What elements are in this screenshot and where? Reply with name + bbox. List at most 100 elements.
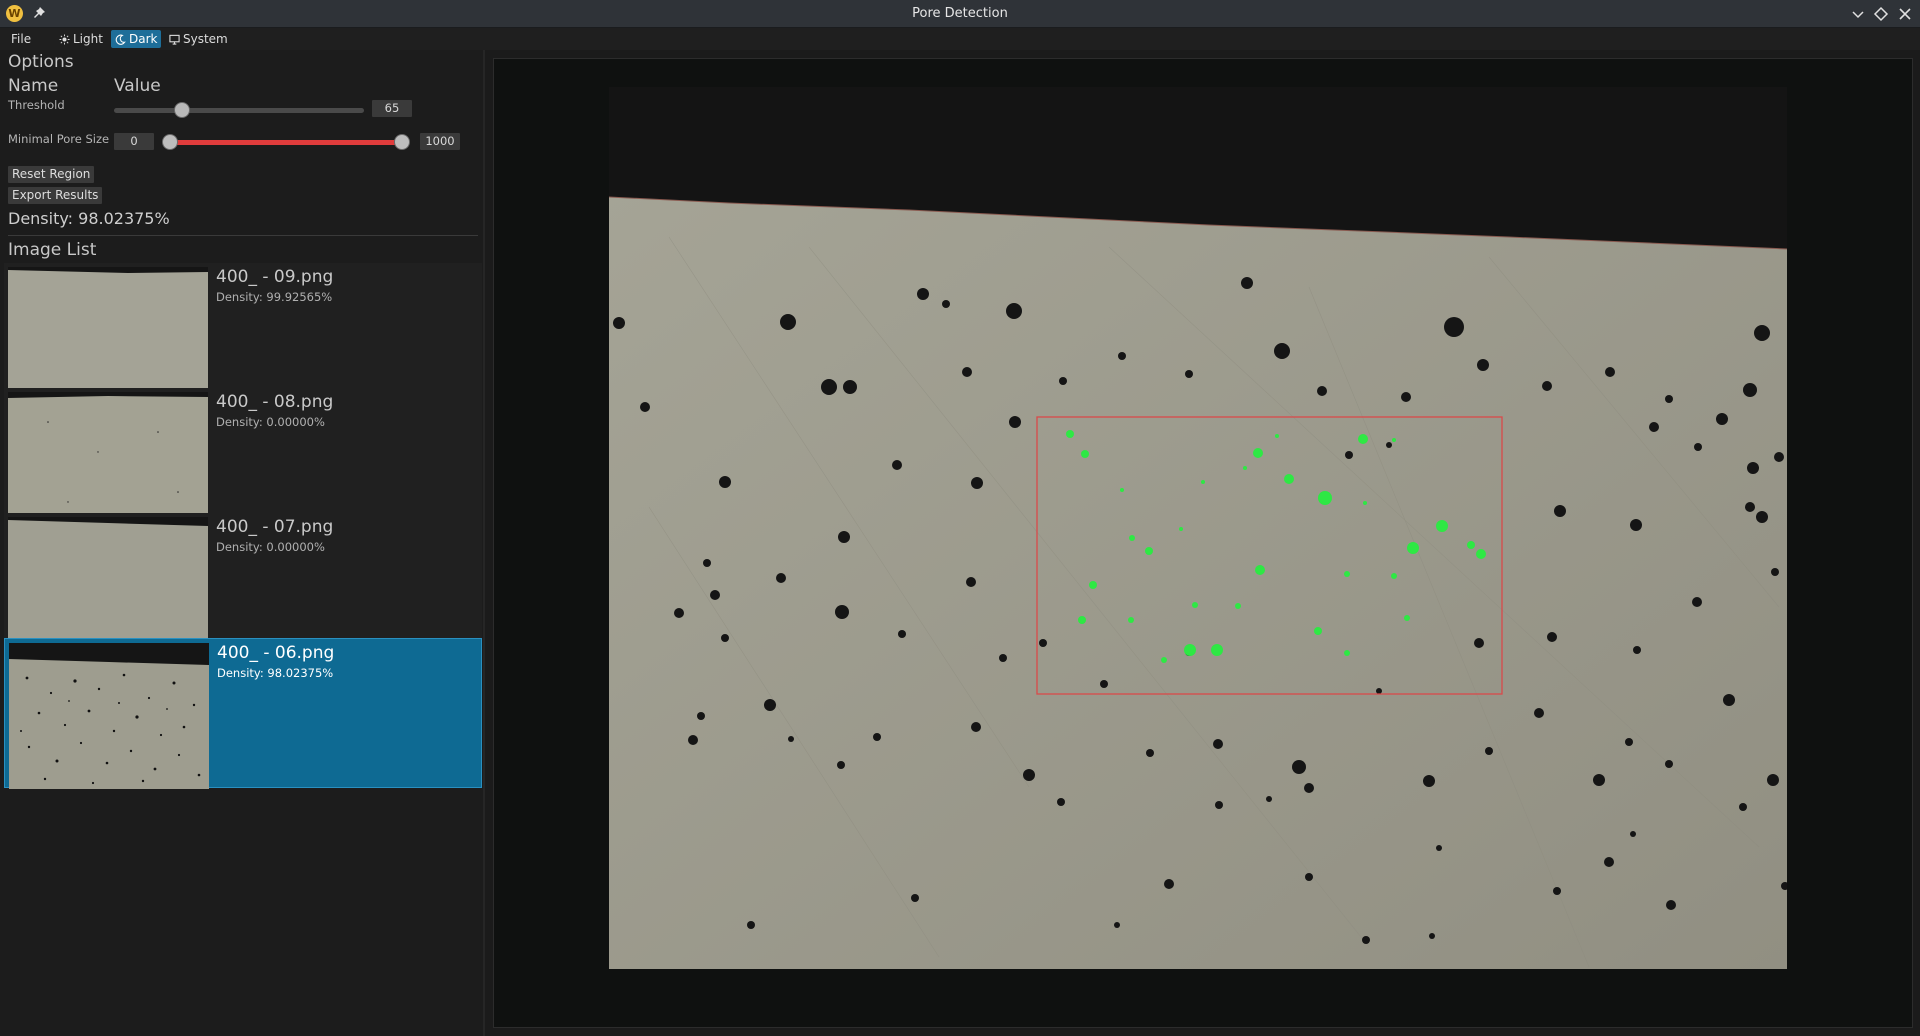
image-viewer[interactable] xyxy=(493,58,1913,1028)
detected-pore xyxy=(1344,650,1350,656)
chevron-down-icon[interactable] xyxy=(1849,5,1867,23)
pore xyxy=(674,608,684,618)
detected-pore xyxy=(1407,542,1419,554)
range-slider-track[interactable] xyxy=(170,140,402,145)
pore xyxy=(1114,922,1120,928)
pore xyxy=(1345,451,1353,459)
pore xyxy=(821,379,837,395)
image-list-item-selected[interactable]: 400_ - 06.png Density: 98.02375% xyxy=(4,638,482,789)
pore xyxy=(1386,442,1392,448)
pore xyxy=(1554,505,1566,517)
detected-pore xyxy=(1253,448,1263,458)
pore xyxy=(788,736,794,742)
pore xyxy=(703,559,711,567)
detected-pore xyxy=(1201,480,1205,484)
range-low-handle[interactable] xyxy=(162,134,178,150)
pore xyxy=(1767,774,1779,786)
pore xyxy=(1665,760,1673,768)
min-pore-size-label: Minimal Pore Size xyxy=(8,132,110,146)
detected-pore xyxy=(1318,491,1332,505)
options-header: Options xyxy=(8,52,74,72)
image-file-name: 400_ - 07.png xyxy=(216,517,334,537)
pore xyxy=(1739,803,1747,811)
menu-bar: File Light Dark System xyxy=(0,28,1920,50)
maximize-diamond-icon[interactable] xyxy=(1872,5,1890,23)
min-pore-size-min-field[interactable]: 0 xyxy=(114,133,154,150)
pore xyxy=(1292,760,1306,774)
pore xyxy=(1756,511,1768,523)
detected-pore xyxy=(1275,434,1279,438)
detected-pore xyxy=(1391,573,1397,579)
detected-pore xyxy=(1161,657,1167,663)
pore xyxy=(1376,688,1382,694)
theme-dark-button[interactable]: Dark xyxy=(111,30,162,48)
pore xyxy=(1362,936,1370,944)
detected-pore xyxy=(1436,520,1448,532)
thumbnail-image xyxy=(9,643,209,789)
pore xyxy=(1743,383,1757,397)
pore xyxy=(719,476,731,488)
pore xyxy=(1274,343,1290,359)
detected-pore xyxy=(1392,438,1396,442)
detected-pore xyxy=(1344,571,1350,577)
theme-system-label: System xyxy=(183,32,228,46)
pore xyxy=(1444,317,1464,337)
detected-pore xyxy=(1255,565,1265,575)
pore xyxy=(892,460,902,470)
threshold-value-field[interactable]: 65 xyxy=(372,100,412,117)
moon-icon xyxy=(115,34,126,45)
close-icon[interactable] xyxy=(1896,5,1914,23)
pore xyxy=(721,634,729,642)
min-pore-size-range-slider[interactable] xyxy=(162,133,410,153)
detected-pore xyxy=(1089,581,1097,589)
menu-file[interactable]: File xyxy=(8,30,34,48)
threshold-track[interactable] xyxy=(114,108,364,113)
theme-dark-label: Dark xyxy=(129,32,158,46)
pore xyxy=(1009,416,1021,428)
detected-pore xyxy=(1404,615,1410,621)
reset-region-button[interactable]: Reset Region xyxy=(8,166,95,183)
pore xyxy=(873,733,881,741)
pore xyxy=(999,654,1007,662)
pore xyxy=(1477,359,1489,371)
theme-system-button[interactable]: System xyxy=(166,30,231,48)
column-value-header: Value xyxy=(114,76,161,96)
threshold-slider[interactable] xyxy=(114,100,364,120)
pore xyxy=(1241,277,1253,289)
monitor-icon xyxy=(169,34,180,45)
pore xyxy=(962,367,972,377)
pore xyxy=(640,402,650,412)
pore xyxy=(942,300,950,308)
detected-pore xyxy=(1128,617,1134,623)
image-density: Density: 99.92565% xyxy=(216,290,333,304)
pore xyxy=(1100,680,1108,688)
pore xyxy=(764,699,776,711)
panel-splitter[interactable] xyxy=(483,50,485,1036)
theme-light-button[interactable]: Light xyxy=(56,30,106,48)
pore xyxy=(1401,392,1411,402)
sun-icon xyxy=(59,33,70,45)
pore xyxy=(1666,900,1676,910)
detected-pore xyxy=(1243,466,1247,470)
pore xyxy=(1118,352,1126,360)
min-pore-size-max-field[interactable]: 1000 xyxy=(420,133,460,150)
threshold-label: Threshold xyxy=(8,98,65,112)
export-results-button[interactable]: Export Results xyxy=(8,187,103,204)
pore xyxy=(1774,452,1784,462)
pore xyxy=(776,573,786,583)
threshold-handle[interactable] xyxy=(173,102,190,118)
range-high-handle[interactable] xyxy=(394,134,410,150)
detected-pore xyxy=(1184,644,1196,656)
pore xyxy=(1630,831,1636,837)
pore xyxy=(1023,769,1035,781)
sample-image[interactable] xyxy=(609,87,1787,969)
pore xyxy=(835,605,849,619)
pore xyxy=(1665,395,1673,403)
pore xyxy=(1039,639,1047,647)
pore xyxy=(1006,303,1022,319)
detected-pore xyxy=(1179,527,1183,531)
pore xyxy=(1429,933,1435,939)
detected-pore xyxy=(1145,547,1153,555)
pore xyxy=(843,380,857,394)
pore xyxy=(1747,462,1759,474)
